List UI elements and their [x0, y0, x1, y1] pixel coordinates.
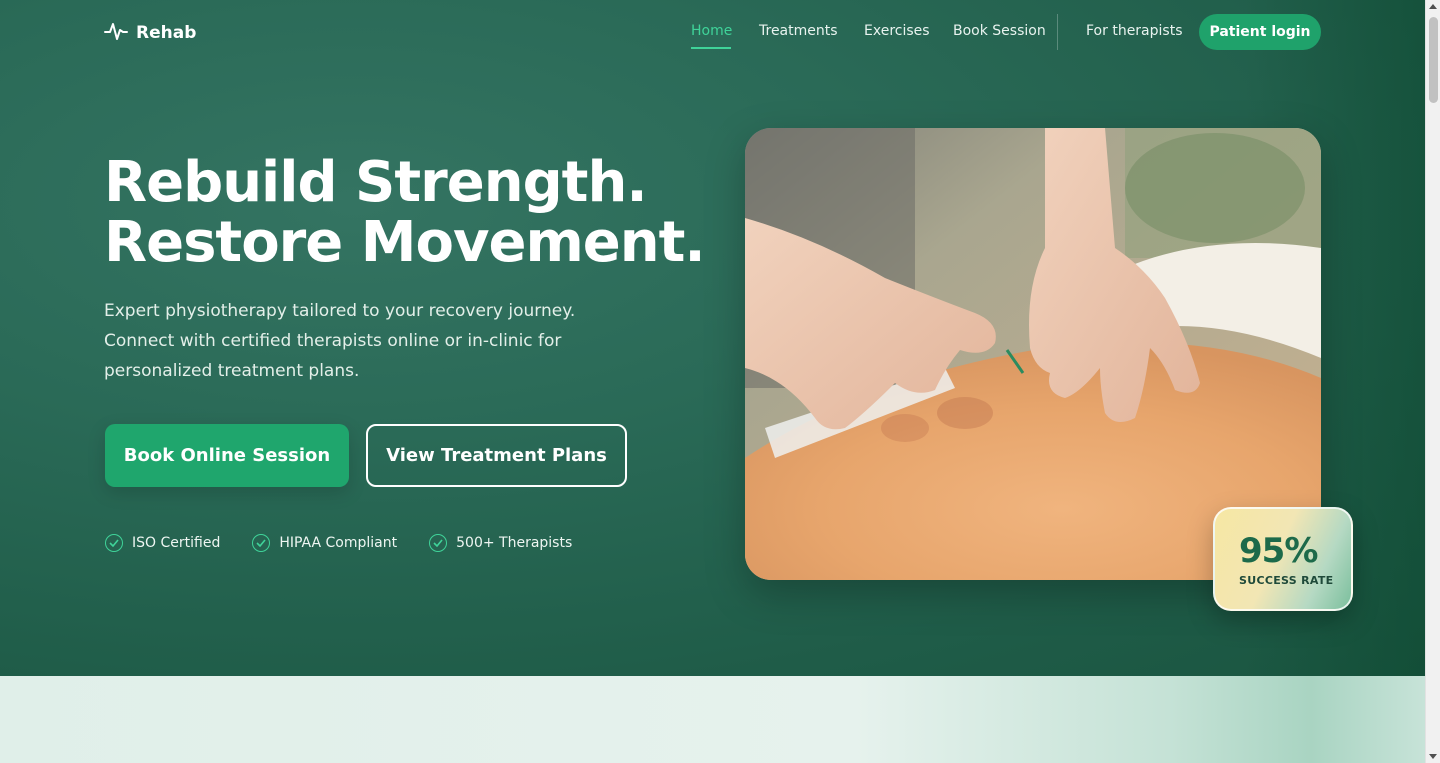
- patient-login-button[interactable]: Patient login: [1199, 14, 1321, 50]
- badge-therapists: 500+ Therapists: [429, 534, 572, 552]
- hero-title-line2: Restore Movement.: [104, 210, 706, 275]
- nav-book-session[interactable]: Book Session: [953, 23, 1046, 39]
- nav-for-therapists[interactable]: For therapists: [1086, 23, 1183, 39]
- hero-section: Rehab Home Treatments Exercises Book Ses…: [0, 0, 1425, 676]
- success-rate-card: 95% SUCCESS RATE: [1213, 507, 1353, 611]
- success-rate-label: SUCCESS RATE: [1239, 574, 1334, 587]
- book-online-session-button[interactable]: Book Online Session: [105, 424, 349, 487]
- check-circle-icon: [252, 534, 271, 552]
- hero-title: Rebuild Strength. Restore Movement.: [104, 150, 706, 275]
- badge-iso: ISO Certified: [105, 534, 220, 552]
- main-nav: Home Treatments Exercises Book Session F…: [0, 14, 1425, 50]
- hero-subtitle: Expert physiotherapy tailored to your re…: [104, 301, 576, 381]
- nav-treatments[interactable]: Treatments: [759, 23, 838, 39]
- badge-label: ISO Certified: [132, 535, 221, 551]
- badge-label: HIPAA Compliant: [279, 535, 398, 551]
- page-scrollbar[interactable]: [1425, 0, 1440, 763]
- check-circle-icon: [429, 534, 448, 552]
- trust-badges: ISO Certified HIPAA Compliant 500+ Thera…: [105, 534, 604, 552]
- next-section-background: [0, 676, 1425, 763]
- scroll-up-icon[interactable]: [1429, 4, 1437, 9]
- badge-label: 500+ Therapists: [456, 535, 573, 551]
- success-rate-value: 95%: [1239, 531, 1318, 571]
- active-nav-indicator: [691, 47, 731, 49]
- badge-hipaa: HIPAA Compliant: [252, 534, 397, 552]
- check-circle-icon: [105, 534, 123, 552]
- nav-home[interactable]: Home: [691, 23, 732, 39]
- hero-title-line1: Rebuild Strength.: [104, 150, 648, 215]
- scrollbar-thumb[interactable]: [1429, 17, 1438, 103]
- scroll-down-icon[interactable]: [1429, 754, 1437, 759]
- nav-exercises[interactable]: Exercises: [864, 23, 930, 39]
- view-treatment-plans-button[interactable]: View Treatment Plans: [366, 424, 627, 487]
- nav-divider: [1057, 14, 1058, 50]
